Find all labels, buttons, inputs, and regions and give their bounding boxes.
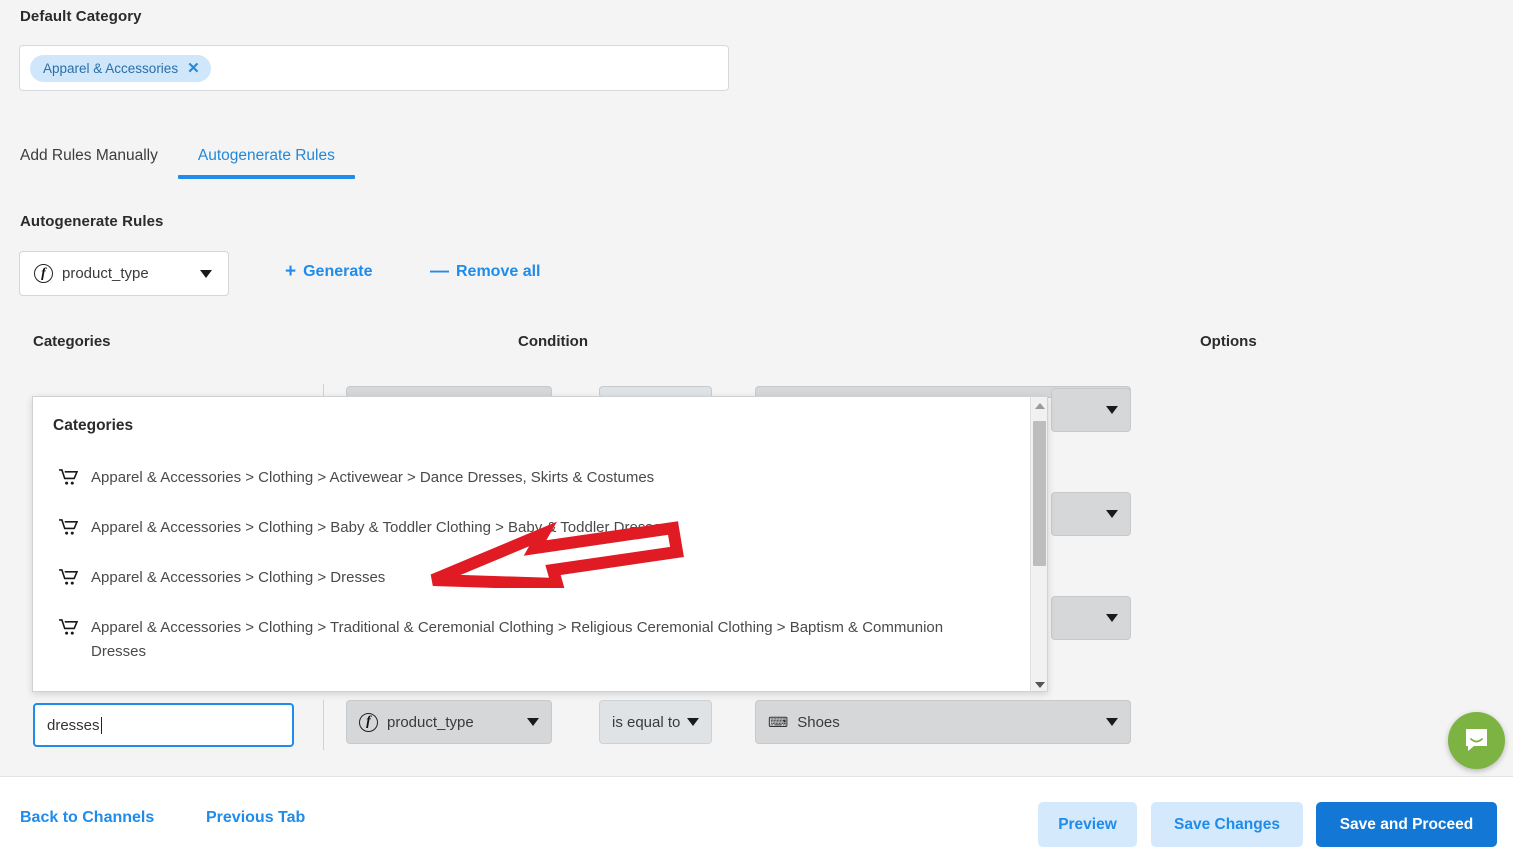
chevron-down-icon	[1106, 718, 1118, 726]
chat-bubble-icon	[1466, 729, 1487, 751]
category-path: Apparel & Accessories > Clothing > Activ…	[91, 469, 655, 486]
default-category-label: Default Category	[20, 8, 142, 25]
categories-list: Apparel & Accessories > Clothing > Activ…	[33, 455, 1017, 675]
page-footer: Back to Channels Previous Tab Preview Sa…	[0, 776, 1513, 859]
generate-button[interactable]: + Generate	[285, 262, 372, 281]
list-item[interactable]: Apparel & Accessories > Clothing > Activ…	[33, 455, 1017, 505]
bg-options-select-1[interactable]	[1051, 388, 1131, 432]
autogenerate-rules-page: Default Category Apparel & Accessories ✕…	[0, 0, 1513, 859]
rules-tabs: Add Rules Manually Autogenerate Rules	[20, 147, 355, 179]
rule-operator-value: is equal to	[612, 713, 681, 731]
rule-operator-select[interactable]: is equal to	[599, 700, 712, 744]
row-divider	[323, 700, 324, 750]
categories-panel-title: Categories	[53, 417, 134, 434]
column-header-options: Options	[1200, 333, 1257, 350]
fx-icon: f	[359, 712, 378, 732]
keyboard-icon: ⌨	[768, 713, 789, 730]
tab-label: Autogenerate Rules	[197, 147, 335, 164]
list-item[interactable]: Apparel & Accessories > Clothing > Baby …	[33, 505, 1017, 555]
chevron-down-icon	[527, 718, 539, 726]
categories-suggestion-panel: Categories Apparel & Accessories > Cloth…	[32, 396, 1048, 692]
remove-all-button[interactable]: — Remove all	[430, 262, 540, 281]
tab-autogenerate-rules[interactable]: Autogenerate Rules	[177, 147, 355, 179]
category-path: Apparel & Accessories > Clothing > Tradi…	[91, 619, 944, 660]
previous-tab-link[interactable]: Previous Tab	[206, 809, 305, 827]
panel-scrollbar[interactable]	[1030, 397, 1047, 691]
chat-widget-button[interactable]	[1448, 712, 1505, 769]
bg-options-select-3[interactable]	[1051, 596, 1131, 640]
cart-icon	[59, 619, 79, 644]
bg-options-select-2[interactable]	[1051, 492, 1131, 536]
tab-label: Add Rules Manually	[20, 147, 158, 164]
rule-field-value: product_type	[387, 713, 474, 731]
text-cursor	[100, 716, 103, 734]
autogenerate-field-select[interactable]: f product_type	[19, 251, 229, 296]
fx-icon: f	[34, 264, 53, 283]
scroll-down-icon[interactable]	[1031, 676, 1047, 691]
save-changes-button[interactable]: Save Changes	[1151, 802, 1303, 847]
list-item[interactable]: Apparel & Accessories > Clothing > Dress…	[33, 555, 1017, 605]
category-search-input[interactable]: dresses	[33, 703, 294, 747]
column-header-categories: Categories	[33, 333, 111, 350]
chevron-down-icon	[1106, 510, 1118, 518]
close-icon[interactable]: ✕	[187, 61, 200, 76]
category-chip[interactable]: Apparel & Accessories ✕	[30, 54, 211, 82]
chevron-down-icon	[687, 718, 699, 726]
cart-icon	[59, 469, 79, 494]
cart-icon	[59, 519, 79, 544]
cart-icon	[59, 569, 79, 594]
scrollbar-thumb[interactable]	[1033, 421, 1046, 566]
generate-label: Generate	[303, 262, 373, 280]
category-search-value: dresses	[47, 716, 100, 734]
plus-icon: +	[285, 261, 297, 282]
category-chip-label: Apparel & Accessories	[43, 60, 179, 76]
rule-value-text: Shoes	[797, 713, 840, 731]
chevron-down-icon	[1106, 614, 1118, 622]
chevron-down-icon	[200, 269, 212, 278]
column-header-condition: Condition	[518, 333, 588, 350]
back-to-channels-link[interactable]: Back to Channels	[20, 809, 154, 827]
category-path: Apparel & Accessories > Clothing > Baby …	[91, 519, 669, 536]
preview-button[interactable]: Preview	[1038, 802, 1137, 847]
minus-icon: —	[430, 261, 449, 282]
category-path: Apparel & Accessories > Clothing > Dress…	[91, 569, 386, 586]
default-category-field[interactable]: Apparel & Accessories ✕	[19, 45, 729, 91]
rule-field-select[interactable]: f product_type	[346, 700, 552, 744]
save-and-proceed-button[interactable]: Save and Proceed	[1316, 802, 1497, 847]
remove-all-label: Remove all	[456, 262, 541, 280]
autogenerate-rules-heading: Autogenerate Rules	[20, 213, 164, 230]
tab-add-rules-manually[interactable]: Add Rules Manually	[20, 147, 178, 179]
chevron-down-icon	[1106, 406, 1118, 414]
rule-value-select[interactable]: ⌨ Shoes	[755, 700, 1131, 744]
autogenerate-field-value: product_type	[62, 265, 149, 282]
scroll-up-icon[interactable]	[1031, 397, 1047, 414]
list-item[interactable]: Apparel & Accessories > Clothing > Tradi…	[33, 605, 1017, 675]
